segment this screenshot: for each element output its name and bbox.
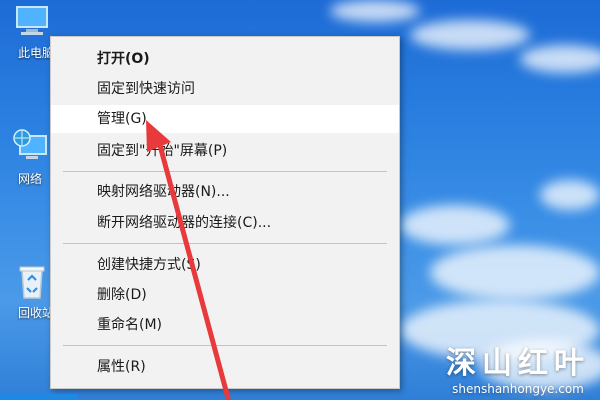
cloud [520,45,600,73]
watermark-title: 深山红叶 [446,346,590,381]
menu-item-properties[interactable]: 属性(R) [51,353,399,381]
menu-item-map-drive[interactable]: 映射网络驱动器(N)... [51,178,399,206]
watermark-url: shenshanhongye.com [452,382,584,396]
menu-item-pin-start[interactable]: 固定到"开始"屏幕(P) [51,137,399,165]
network-icon [13,129,47,159]
this-pc-icon [16,6,48,35]
cloud [330,0,420,22]
menu-item-pin-quick-access[interactable]: 固定到快速访问 [51,75,399,103]
menu-item-disconnect-drive[interactable]: 断开网络驱动器的连接(C)... [51,209,399,237]
menu-item-open[interactable]: 打开(O) [51,45,399,73]
context-menu: 打开(O) 固定到快速访问 管理(G) 固定到"开始"屏幕(P) 映射网络驱动器… [50,36,400,389]
watermark: 深山红叶 shenshanhongye.com [446,338,590,396]
cloud [540,180,600,210]
menu-item-rename[interactable]: 重命名(M) [51,311,399,339]
menu-separator [63,345,387,346]
cloud [400,205,510,245]
cloud [430,245,600,300]
taskbar-edge [0,394,78,400]
cloud [410,20,530,50]
menu-item-delete[interactable]: 删除(D) [51,281,399,309]
menu-separator [63,171,387,172]
menu-item-manage[interactable]: 管理(G) [51,105,399,133]
menu-item-create-shortcut[interactable]: 创建快捷方式(S) [51,251,399,279]
recycle-bin-icon [19,266,45,299]
desktop-background: 此电脑 网络 回收站 打开(O) 固定到快速访问 管理(G) 固定到"开始"屏幕… [0,0,600,400]
menu-separator [63,243,387,244]
